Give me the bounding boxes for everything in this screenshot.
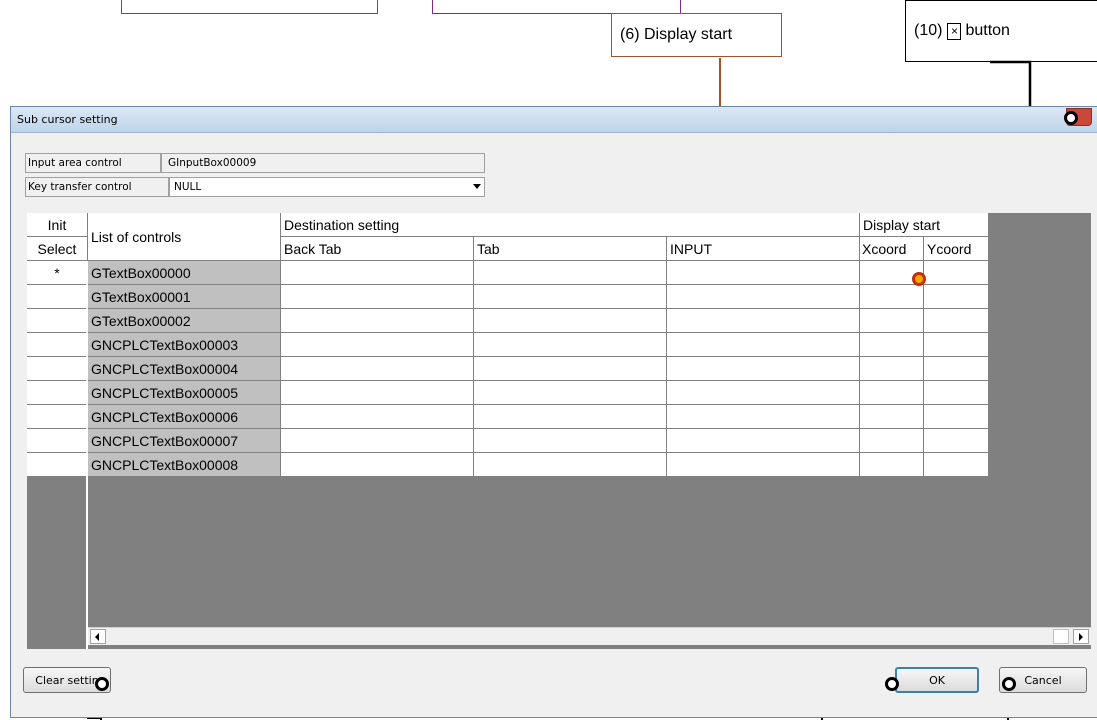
control-name-cell[interactable]: GTextBox00000 [88,261,281,285]
close-button-marker [1064,111,1078,125]
select-cell[interactable]: * [27,261,88,285]
header-display-start: Display start [860,213,989,237]
input-cell[interactable] [667,429,860,453]
input-cell[interactable] [667,285,860,309]
input-area-value: GInputBox00009 [161,153,485,173]
arrow-left-icon [95,633,99,641]
input-cell[interactable] [667,357,860,381]
tab-cell[interactable] [474,261,667,285]
header-destination-setting: Destination setting [281,213,860,237]
title-bar: Sub cursor setting [11,107,1097,133]
input-cell[interactable] [667,309,860,333]
header-back-tab: Back Tab [281,237,474,261]
tab-cell[interactable] [474,333,667,357]
ycoord-cell[interactable] [924,453,989,477]
back-tab-cell[interactable] [281,405,474,429]
header-select: Select [27,237,88,261]
input-cell[interactable] [667,261,860,285]
header-xcoord: Xcoord [860,237,924,261]
header-init: Init [27,213,88,237]
tab-cell[interactable] [474,429,667,453]
xcoord-cell[interactable] [860,309,924,333]
control-name-cell[interactable]: GNCPLCTextBox00006 [88,405,281,429]
back-tab-cell[interactable] [281,453,474,477]
tab-cell[interactable] [474,405,667,429]
arrow-right-icon [1079,633,1083,641]
control-name-cell[interactable]: GTextBox00001 [88,285,281,309]
key-transfer-label: Key transfer control [25,177,169,197]
ycoord-cell[interactable] [924,405,989,429]
xcoord-cell[interactable] [860,429,924,453]
tab-cell[interactable] [474,309,667,333]
ycoord-cell[interactable] [924,429,989,453]
control-name-cell[interactable]: GNCPLCTextBox00008 [88,453,281,477]
xcoord-cell[interactable] [860,453,924,477]
select-cell[interactable] [27,309,88,333]
clear-setting-label: Clear settin [35,673,99,687]
select-cell[interactable] [27,357,88,381]
ycoord-cell[interactable] [924,381,989,405]
xcoord-cell[interactable] [860,357,924,381]
input-area-label: Input area control [25,153,161,173]
cancel-button-marker [1002,677,1016,691]
select-cell[interactable] [27,333,88,357]
ycoord-cell[interactable] [924,309,989,333]
xcoord-cell[interactable] [860,381,924,405]
back-tab-cell[interactable] [281,333,474,357]
header-list-of-controls: List of controls [88,213,281,261]
control-name-cell[interactable]: GNCPLCTextBox00005 [88,381,281,405]
back-tab-cell[interactable] [281,285,474,309]
back-tab-cell[interactable] [281,381,474,405]
row-header-separator [86,261,88,649]
input-cell[interactable] [667,381,860,405]
tab-cell[interactable] [474,285,667,309]
ycoord-cell[interactable] [924,285,989,309]
chevron-down-icon[interactable] [473,184,481,189]
scroll-left-button[interactable] [90,629,106,644]
key-transfer-value: NULL [174,181,202,193]
cancel-label: Cancel [1024,673,1062,687]
select-cell[interactable] [27,453,88,477]
back-tab-cell[interactable] [281,357,474,381]
select-cell[interactable] [27,405,88,429]
tab-cell[interactable] [474,381,667,405]
xcoord-cell[interactable] [860,285,924,309]
key-transfer-dropdown[interactable]: NULL [169,177,485,197]
window-title: Sub cursor setting [17,113,118,126]
input-cell[interactable] [667,333,860,357]
ycoord-cell[interactable] [924,357,989,381]
back-tab-cell[interactable] [281,309,474,333]
ok-label: OK [929,673,945,687]
header-tab: Tab [474,237,667,261]
ok-button[interactable]: OK [895,667,979,693]
xcoord-cell[interactable] [860,405,924,429]
select-cell[interactable] [27,285,88,309]
scroll-thumb[interactable] [1053,629,1069,644]
controls-grid: Init List of controls Destination settin… [27,213,1091,649]
tab-cell[interactable] [474,357,667,381]
input-cell[interactable] [667,405,860,429]
sub-cursor-setting-dialog: Sub cursor setting Input area control GI… [10,106,1097,718]
ycoord-cell[interactable] [924,333,989,357]
control-name-cell[interactable]: GNCPLCTextBox00007 [88,429,281,453]
clear-setting-marker [95,677,109,691]
control-name-cell[interactable]: GTextBox00002 [88,309,281,333]
input-cell[interactable] [667,453,860,477]
tab-cell[interactable] [474,453,667,477]
ok-button-marker [885,677,899,691]
select-cell[interactable] [27,429,88,453]
control-name-cell[interactable]: GNCPLCTextBox00003 [88,333,281,357]
header-ycoord: Ycoord [924,237,989,261]
horizontal-scrollbar[interactable] [88,627,1091,645]
display-start-marker [912,272,926,286]
scroll-right-button[interactable] [1073,629,1089,644]
select-cell[interactable] [27,381,88,405]
control-name-cell[interactable]: GNCPLCTextBox00004 [88,357,281,381]
header-input: INPUT [667,237,860,261]
back-tab-cell[interactable] [281,429,474,453]
ycoord-cell[interactable] [924,261,989,285]
back-tab-cell[interactable] [281,261,474,285]
xcoord-cell[interactable] [860,333,924,357]
